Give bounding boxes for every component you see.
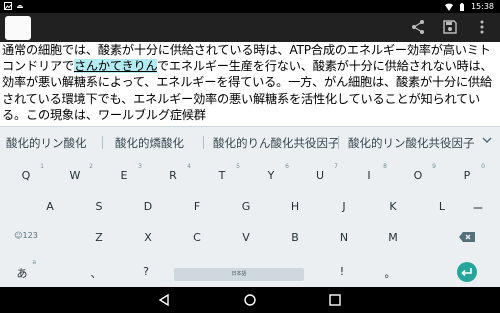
suggestion-2[interactable]: 酸化的燐酸化	[115, 135, 184, 151]
key-comma[interactable]: 、	[76, 256, 116, 284]
key-p[interactable]: P0	[443, 160, 491, 188]
key-v[interactable]: V	[222, 222, 270, 250]
key-x[interactable]: X	[124, 222, 172, 250]
composing-text: さんかてきりん	[73, 59, 157, 74]
clock: 15:38	[470, 2, 494, 11]
key-q[interactable]: Q1	[2, 160, 50, 188]
key-long-vowel[interactable]: ー	[454, 191, 500, 219]
notification-image-icon	[4, 2, 12, 10]
key-f[interactable]: F	[173, 191, 221, 219]
key-g[interactable]: G	[222, 191, 270, 219]
more-options-icon[interactable]	[474, 19, 490, 35]
app-logo	[5, 16, 31, 40]
key-s[interactable]: S	[75, 191, 123, 219]
key-b[interactable]: B	[271, 222, 319, 250]
suggestion-3[interactable]: 酸化的りん酸化共役因子	[213, 135, 340, 151]
share-icon[interactable]	[410, 19, 426, 35]
key-c[interactable]: C	[173, 222, 221, 250]
key-h[interactable]: H	[271, 191, 319, 219]
back-icon[interactable]	[157, 293, 171, 307]
key-u[interactable]: U7	[296, 160, 344, 188]
key-m[interactable]: M	[369, 222, 417, 250]
home-icon[interactable]	[243, 293, 257, 307]
key-w[interactable]: W2	[51, 160, 99, 188]
keyboard: Q1 W2 E3 R4 T5 Y6 U7 I8 O9 P0 A S D F G …	[0, 157, 500, 287]
battery-icon	[459, 2, 464, 11]
wifi-icon	[444, 3, 453, 11]
key-n[interactable]: N	[320, 222, 368, 250]
chevron-down-icon[interactable]	[480, 133, 494, 147]
suggestion-4[interactable]: 酸化的リン酸化共役因子	[348, 135, 475, 151]
key-language[interactable]: あa	[2, 256, 42, 284]
key-symbols[interactable]: ☺123	[2, 222, 50, 250]
editor-content[interactable]: 通常の細胞では、酸素が十分に供給されている時は、ATP合成のエネルギー効率が高い…	[2, 42, 498, 123]
status-bar: 15:38	[0, 0, 500, 13]
recent-apps-icon[interactable]	[328, 293, 342, 307]
key-exclaim[interactable]: !	[322, 256, 362, 284]
app-bar	[0, 13, 500, 42]
key-question[interactable]: ?	[126, 256, 166, 284]
key-e[interactable]: E3	[100, 160, 148, 188]
key-j[interactable]: J	[320, 191, 368, 219]
key-z[interactable]: Z	[75, 222, 123, 250]
key-period[interactable]: 。	[370, 256, 410, 284]
enter-arrow-icon	[461, 268, 472, 277]
key-r[interactable]: R4	[149, 160, 197, 188]
navigation-bar	[0, 287, 500, 313]
suggestion-strip: 酸化的リン酸化 酸化的燐酸化 酸化的りん酸化共役因子 酸化的リン酸化共役因子	[0, 126, 500, 158]
android-debug-icon	[17, 5, 23, 8]
key-i[interactable]: I8	[345, 160, 393, 188]
divider	[338, 136, 339, 149]
key-d[interactable]: D	[124, 191, 172, 219]
key-t[interactable]: T5	[198, 160, 246, 188]
save-icon[interactable]	[442, 19, 458, 35]
key-o[interactable]: O9	[394, 160, 442, 188]
divider	[102, 136, 103, 149]
backspace-icon[interactable]	[458, 231, 476, 243]
key-k[interactable]: K	[369, 191, 417, 219]
key-y[interactable]: Y6	[247, 160, 295, 188]
spacebar[interactable]: 日本語	[174, 268, 304, 281]
divider	[203, 136, 204, 149]
suggestion-1[interactable]: 酸化的リン酸化	[6, 135, 87, 151]
enter-button[interactable]	[457, 262, 477, 282]
key-a[interactable]: A	[26, 191, 74, 219]
text-editor[interactable]: 通常の細胞では、酸素が十分に供給されている時は、ATP合成のエネルギー効率が高い…	[0, 42, 500, 126]
